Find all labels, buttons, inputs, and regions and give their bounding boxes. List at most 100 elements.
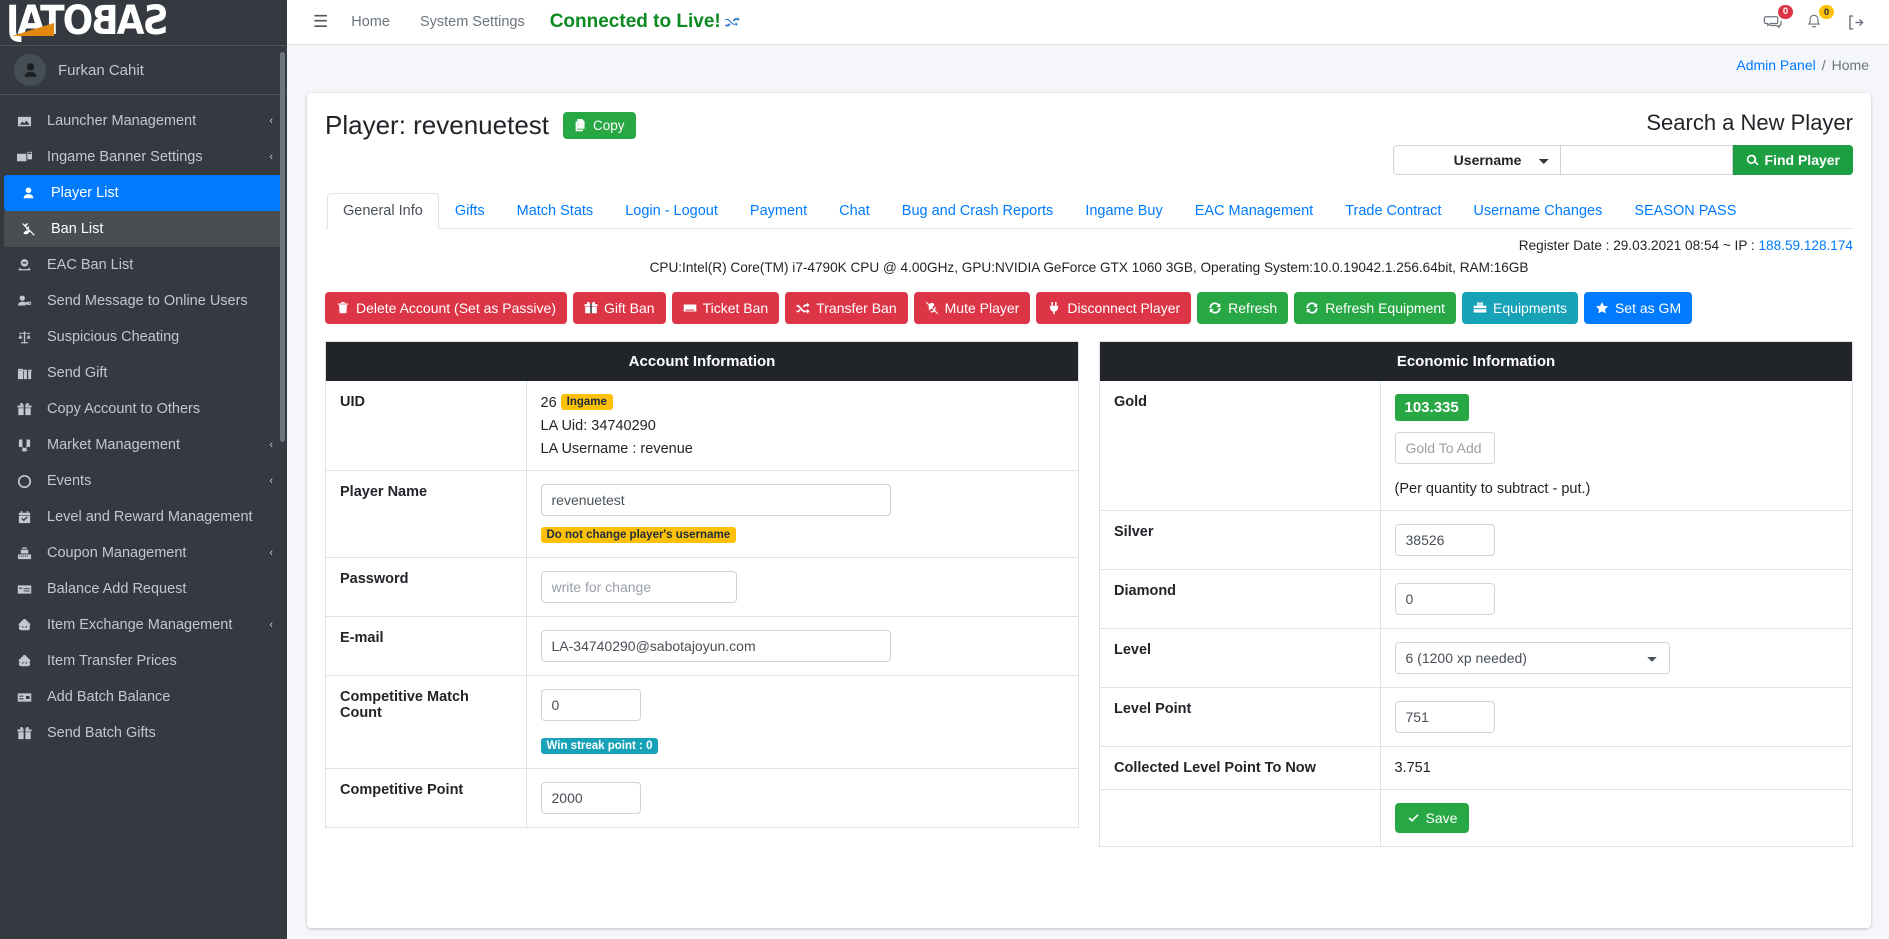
diamond-input[interactable]: [1394, 583, 1495, 615]
chevron-left-icon: ‹: [269, 547, 273, 559]
sidebar-scrollbar[interactable]: [280, 52, 285, 442]
level-select[interactable]: 6 (1200 xp needed)7 (1500 xp needed)5 (9…: [1394, 642, 1670, 674]
sidebar-item-market-management[interactable]: Market Management ‹: [0, 427, 287, 463]
uid-label: UID: [326, 381, 527, 471]
disconnect-player-button[interactable]: Disconnect Player: [1036, 292, 1192, 324]
sidebar-item-balance-add-request[interactable]: Balance Add Request: [0, 571, 287, 607]
sidebar-item-item-exchange-management[interactable]: Item Exchange Management ‹: [0, 607, 287, 643]
tab-season-pass[interactable]: SEASON PASS: [1618, 193, 1752, 229]
sidebar-item-label: Ingame Banner Settings: [47, 149, 203, 165]
shuffle-icon: [725, 15, 740, 30]
sidebar-user[interactable]: Furkan Cahit: [0, 45, 287, 95]
table-row: Player Name Do not change player's usern…: [326, 470, 1078, 558]
match-count-label: Competitive Match Count: [326, 675, 527, 769]
sidebar-item-label: Send Batch Gifts: [47, 725, 156, 741]
action-label: Refresh: [1228, 300, 1278, 316]
competitive-point-input[interactable]: [540, 782, 641, 814]
silver-input[interactable]: [1394, 524, 1495, 556]
sidebar-item-events[interactable]: Events ‹: [0, 463, 287, 499]
tab-gifts[interactable]: Gifts: [439, 193, 501, 229]
gifts-icon: [14, 366, 34, 381]
gold-label: Gold: [1100, 381, 1381, 511]
tab-chat[interactable]: Chat: [823, 193, 886, 229]
connected-to-live-status[interactable]: Connected to Live!: [550, 11, 740, 33]
sidebar-item-add-batch-balance[interactable]: Add Batch Balance: [0, 679, 287, 715]
sidebar-item-send-message-to-online-users[interactable]: Send Message to Online Users: [0, 283, 287, 319]
search-type-select[interactable]: UsernameUIDE-mail: [1392, 145, 1561, 175]
match-count-input[interactable]: [540, 689, 641, 721]
player-name-cell: Do not change player's username: [526, 470, 1078, 558]
tab-payment[interactable]: Payment: [734, 193, 823, 229]
sidebar-item-suspicious-cheating[interactable]: Suspicious Cheating: [0, 319, 287, 355]
table-row: Silver: [1100, 510, 1852, 570]
search-icon: [1746, 154, 1759, 167]
level-point-input[interactable]: [1394, 701, 1495, 733]
tab-match-stats[interactable]: Match Stats: [501, 193, 610, 229]
find-player-button[interactable]: Find Player: [1732, 145, 1853, 175]
sidebar-item-coupon-management[interactable]: Coupon Management ‹: [0, 535, 287, 571]
sidebar-item-item-transfer-prices[interactable]: Item Transfer Prices: [0, 643, 287, 679]
sidebar-item-ingame-banner-settings[interactable]: Ingame Banner Settings ‹: [0, 139, 287, 175]
brand-logo[interactable]: SABOTAJ: [0, 0, 287, 45]
status-badge: Ingame: [560, 394, 613, 410]
action-button-row: Delete Account (Set as Passive) Gift Ban T…: [325, 292, 1853, 324]
breadcrumb-current: Home: [1831, 57, 1869, 73]
notifications-bell-icon[interactable]: 0: [1805, 5, 1834, 31]
poo-icon: [14, 618, 34, 633]
sidebar-item-copy-account-to-others[interactable]: Copy Account to Others: [0, 391, 287, 427]
breadcrumb-admin-panel[interactable]: Admin Panel: [1736, 57, 1815, 73]
images-icon: [14, 150, 34, 165]
sidebar-item-send-gift[interactable]: Send Gift: [0, 355, 287, 391]
sidebar-item-level-and-reward-management[interactable]: Level and Reward Management: [0, 499, 287, 535]
messages-icon[interactable]: 0: [1763, 4, 1793, 32]
refresh-equipment-button[interactable]: Refresh Equipment: [1294, 292, 1457, 324]
hamburger-icon[interactable]: ☰: [305, 12, 336, 32]
sidebar-item-ban-list[interactable]: Ban List: [4, 211, 283, 247]
gold-to-add-input[interactable]: [1394, 432, 1495, 464]
tab-general-info[interactable]: General Info: [327, 193, 439, 229]
player-name-input[interactable]: [540, 484, 891, 516]
sidebar-item-eac-ban-list[interactable]: EAC Ban List: [0, 247, 287, 283]
search-input[interactable]: [1560, 145, 1733, 175]
briefcase-icon: [1473, 301, 1487, 315]
equipments-button[interactable]: Equipments: [1462, 292, 1578, 324]
action-label: Disconnect Player: [1067, 300, 1181, 316]
sidebar: SABOTAJ Furkan Cahit Launcher Management…: [0, 0, 287, 939]
tab-username-changes[interactable]: Username Changes: [1457, 193, 1618, 229]
gift-ban-button[interactable]: Gift Ban: [573, 292, 666, 324]
copy-button[interactable]: Copy: [563, 112, 636, 139]
set-as-gm-button[interactable]: Set as GM: [1583, 292, 1693, 324]
save-button[interactable]: Save: [1394, 803, 1470, 833]
table-row: UID 26 Ingame LA Uid: 34740290 LA Userna…: [326, 381, 1078, 471]
table-row: Level Point: [1100, 687, 1852, 747]
sidebar-item-player-list[interactable]: Player List: [4, 175, 283, 211]
action-label: Gift Ban: [604, 300, 655, 316]
sidebar-item-label: Coupon Management: [47, 545, 187, 561]
delete-account-set-as-passive-button[interactable]: Delete Account (Set as Passive): [325, 292, 567, 324]
register-ip-link[interactable]: 188.59.128.174: [1759, 238, 1854, 253]
table-row: Competitive Match Count Win streak point…: [326, 675, 1078, 769]
gift-icon: [14, 726, 34, 741]
ticket-ban-button[interactable]: Ticket Ban: [671, 292, 780, 324]
tab-trade-contract[interactable]: Trade Contract: [1329, 193, 1457, 229]
sync-icon: [1305, 301, 1319, 315]
mute-player-button[interactable]: Mute Player: [913, 292, 1031, 324]
save-row-label: [1100, 789, 1381, 846]
nav-system-settings[interactable]: System Settings: [405, 14, 540, 30]
logout-icon[interactable]: [1846, 13, 1865, 32]
tab-eac-management[interactable]: EAC Management: [1179, 193, 1329, 229]
tab-bug-and-crash-reports[interactable]: Bug and Crash Reports: [886, 193, 1070, 229]
sidebar-item-launcher-management[interactable]: Launcher Management ‹: [0, 103, 287, 139]
tab-login-logout[interactable]: Login - Logout: [609, 193, 734, 229]
balance-scale-icon: [14, 330, 34, 345]
sidebar-item-send-batch-gifts[interactable]: Send Batch Gifts: [0, 715, 287, 751]
password-input[interactable]: [540, 571, 737, 603]
chevron-left-icon: ‹: [269, 619, 273, 631]
transfer-ban-button[interactable]: Transfer Ban: [785, 292, 908, 324]
la-uid: LA Uid: 34740290: [540, 418, 656, 434]
tab-ingame-buy[interactable]: Ingame Buy: [1069, 193, 1178, 229]
refresh-button[interactable]: Refresh: [1197, 292, 1289, 324]
email-input[interactable]: [540, 630, 891, 662]
nav-home[interactable]: Home: [336, 14, 405, 30]
account-panel-title: Account Information: [326, 342, 1078, 381]
